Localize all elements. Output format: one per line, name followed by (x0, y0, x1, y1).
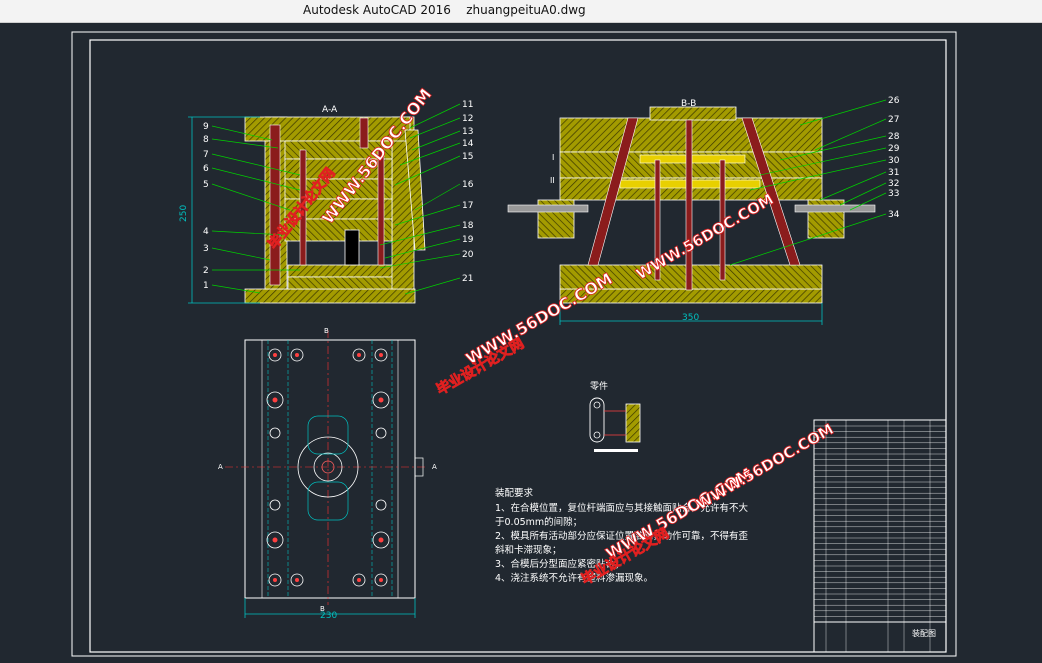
callout-4: 4 (203, 227, 209, 237)
callout-30: 30 (888, 156, 900, 166)
parting-mark-2: II (550, 176, 555, 185)
callout-29: 29 (888, 144, 900, 154)
section-b-b-view[interactable]: B-B 350 I II (507, 99, 876, 325)
callout-3: 3 (203, 244, 209, 254)
note-line-2: 于0.05mm的间隙； (495, 516, 582, 528)
callouts-right: 26 27 28 29 30 31 32 33 34 (888, 96, 900, 220)
callout-20: 20 (462, 250, 474, 260)
plan-view[interactable]: 230 A A B B (218, 327, 437, 621)
plan-label-b-top: B (324, 327, 329, 335)
callout-2: 2 (203, 266, 209, 276)
watermark-url-2: WWW.56DOC.COM (463, 269, 616, 368)
callouts-left: 9 8 7 6 5 4 3 2 1 (203, 122, 209, 291)
callout-17: 17 (462, 201, 473, 211)
callout-28: 28 (888, 132, 900, 142)
note-line-4: 斜和卡滞现象； (495, 544, 562, 556)
plan-label-b-bottom: B (320, 605, 325, 613)
title-block-name: 装配图 (912, 628, 936, 638)
callout-21: 21 (462, 274, 473, 284)
callout-19: 19 (462, 235, 474, 245)
callout-7: 7 (203, 150, 209, 160)
window-title: Autodesk AutoCAD 2016 zhuangpeituA0.dwg (303, 3, 586, 17)
notes-title: 装配要求 (495, 487, 534, 499)
note-line-6: 4、浇注系统不允许有塑料渗漏现象。 (495, 572, 653, 584)
callout-34: 34 (888, 210, 900, 220)
watermark-url-5: WWW.56DOC.COM (693, 420, 837, 513)
callout-15: 15 (462, 152, 473, 162)
drawing-canvas[interactable]: A-A 250 9 8 7 6 5 4 3 2 1 11 12 13 14 15… (0, 22, 1042, 663)
window-title-bar: Autodesk AutoCAD 2016 zhuangpeituA0.dwg (0, 0, 1042, 23)
callout-13: 13 (462, 127, 473, 137)
callout-26: 26 (888, 96, 900, 106)
dimension-width-right: 350 (682, 313, 699, 323)
callout-32: 32 (888, 179, 899, 189)
bill-of-materials-table[interactable]: 装配图 (813, 419, 947, 653)
parting-mark-1: I (552, 153, 554, 162)
part-label: 零件 (590, 380, 608, 392)
plan-label-a-left: A (218, 463, 223, 471)
callout-5: 5 (203, 180, 209, 190)
callout-8: 8 (203, 135, 209, 145)
callout-1: 1 (203, 281, 209, 291)
dimension-height-left: 250 (179, 205, 189, 222)
callout-6: 6 (203, 164, 209, 174)
part-detail[interactable]: 零件 (589, 380, 641, 452)
callout-18: 18 (462, 221, 474, 231)
callout-27: 27 (888, 115, 899, 125)
callout-14: 14 (462, 139, 474, 149)
section-a-a-label: A-A (322, 105, 338, 115)
callout-11: 11 (462, 100, 473, 110)
callout-16: 16 (462, 180, 474, 190)
callout-31: 31 (888, 168, 899, 178)
plan-label-a-right: A (432, 463, 437, 471)
callout-33: 33 (888, 189, 899, 199)
callout-12: 12 (462, 114, 473, 124)
callout-9: 9 (203, 122, 209, 132)
callouts-middle: 11 12 13 14 15 16 17 18 19 20 21 (462, 100, 474, 284)
